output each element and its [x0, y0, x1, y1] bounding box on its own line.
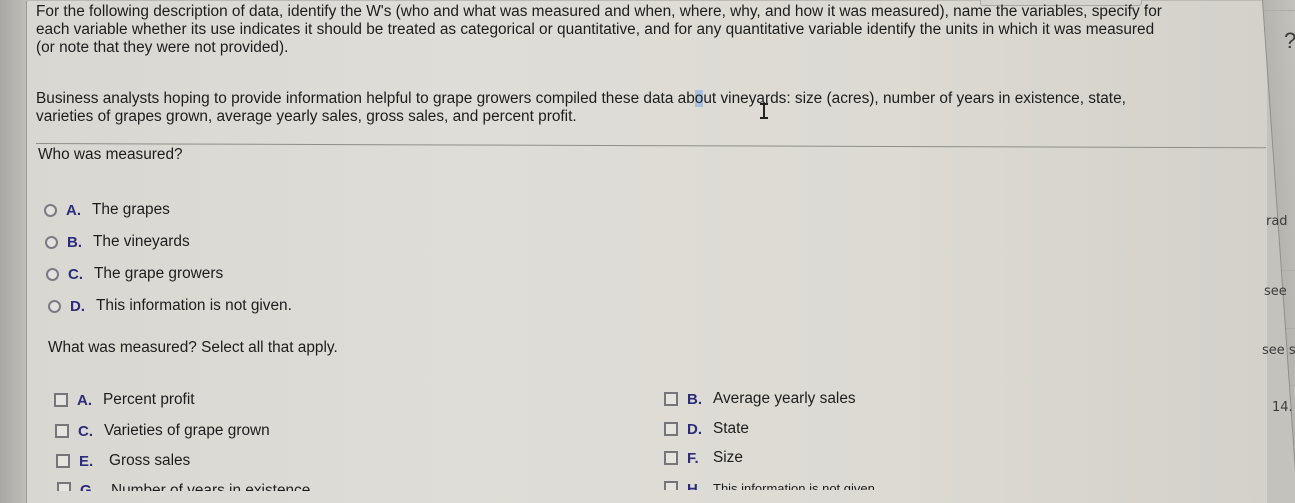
option-letter: C. [68, 265, 83, 283]
option-text[interactable]: Percent profit [103, 391, 195, 409]
checkbox-option-h[interactable]: H. This information is not given. [664, 481, 1064, 490]
option-letter: D. [687, 420, 702, 438]
instructions: For the following description of data, i… [36, 3, 1266, 57]
help-icon[interactable]: ? [1284, 28, 1295, 54]
radio-button[interactable] [44, 203, 57, 217]
option-text[interactable]: Average yearly sales [713, 390, 856, 408]
checkbox[interactable] [54, 393, 68, 407]
option-letter: B. [687, 390, 702, 408]
option-text[interactable]: Varieties of grape grown [104, 422, 270, 440]
side-panel-divider [1289, 385, 1295, 386]
radio-button[interactable] [48, 299, 61, 313]
checkbox-option-a[interactable]: A. Percent profit [54, 390, 195, 410]
option-letter: D. [70, 297, 85, 315]
side-panel-text[interactable]: rad [1266, 214, 1288, 229]
option-text[interactable]: State [713, 420, 749, 438]
instructions-line: each variable whether its use indicates … [36, 21, 1155, 38]
option-text[interactable]: The grape growers [94, 265, 223, 283]
description-text: Business analysts hoping to provide info… [36, 90, 695, 107]
option-letter: B. [67, 233, 82, 251]
radio-option-d[interactable]: D. This information is not given. [48, 296, 292, 316]
option-letter: H. [687, 481, 702, 490]
radio-option-c[interactable]: C. The grape growers [46, 264, 223, 284]
checkbox-option-b[interactable]: B. Average yearly sales [664, 389, 856, 409]
checkbox-option-f[interactable]: F. Size [664, 448, 743, 468]
side-panel-divider [1285, 328, 1295, 329]
text-cursor-icon [760, 103, 768, 119]
option-letter: C. [78, 422, 93, 440]
option-letter: F. [687, 449, 699, 467]
description-line: varieties of grapes grown, average yearl… [36, 108, 577, 125]
option-letter: G. [80, 482, 96, 491]
checkbox-option-g[interactable]: G. Number of years in existence [57, 482, 457, 491]
side-panel-text[interactable]: 14. [1272, 400, 1293, 415]
option-text[interactable]: This information is not given. [713, 481, 878, 490]
checkbox-option-d[interactable]: D. State [664, 419, 749, 439]
description-line: Business analysts hoping to provide info… [36, 90, 1266, 108]
checkbox[interactable] [664, 481, 678, 490]
radio-button[interactable] [46, 267, 59, 281]
instructions-line: (or note that they were not provided). [36, 39, 289, 56]
option-letter: A. [66, 201, 81, 219]
option-letter: A. [77, 391, 92, 409]
option-text[interactable]: Size [713, 449, 743, 467]
screen-photo: ? rad see see s 14. For the following de… [0, 0, 1295, 503]
checkbox-option-e[interactable]: E. Gross sales [56, 451, 190, 471]
option-text[interactable]: The vineyards [93, 233, 190, 251]
radio-button[interactable] [45, 235, 58, 249]
checkbox[interactable] [56, 454, 70, 468]
side-panel-text[interactable]: see s [1262, 343, 1295, 358]
option-text[interactable]: This information is not given. [96, 297, 292, 315]
option-text[interactable]: Gross sales [109, 452, 190, 470]
option-text[interactable]: The grapes [92, 201, 170, 219]
radio-option-b[interactable]: B. The vineyards [45, 232, 190, 252]
side-panel-divider [1281, 270, 1295, 271]
side-panel-divider [1263, 10, 1295, 11]
option-text[interactable]: Number of years in existence [111, 482, 310, 491]
data-description: Business analysts hoping to provide info… [36, 90, 1266, 126]
checkbox[interactable] [55, 424, 69, 438]
checkbox[interactable] [664, 451, 678, 465]
question-what-prompt: What was measured? Select all that apply… [48, 339, 338, 356]
checkbox-option-c[interactable]: C. Varieties of grape grown [55, 421, 270, 441]
side-panel-text[interactable]: see [1264, 284, 1287, 299]
option-letter: E. [79, 452, 94, 470]
checkbox[interactable] [664, 392, 678, 406]
question-who-prompt: Who was measured? [38, 146, 183, 163]
radio-option-a[interactable]: A. The grapes [44, 200, 170, 220]
checkbox[interactable] [57, 482, 71, 491]
checkbox[interactable] [664, 422, 678, 436]
instructions-line: For the following description of data, i… [36, 3, 1162, 20]
